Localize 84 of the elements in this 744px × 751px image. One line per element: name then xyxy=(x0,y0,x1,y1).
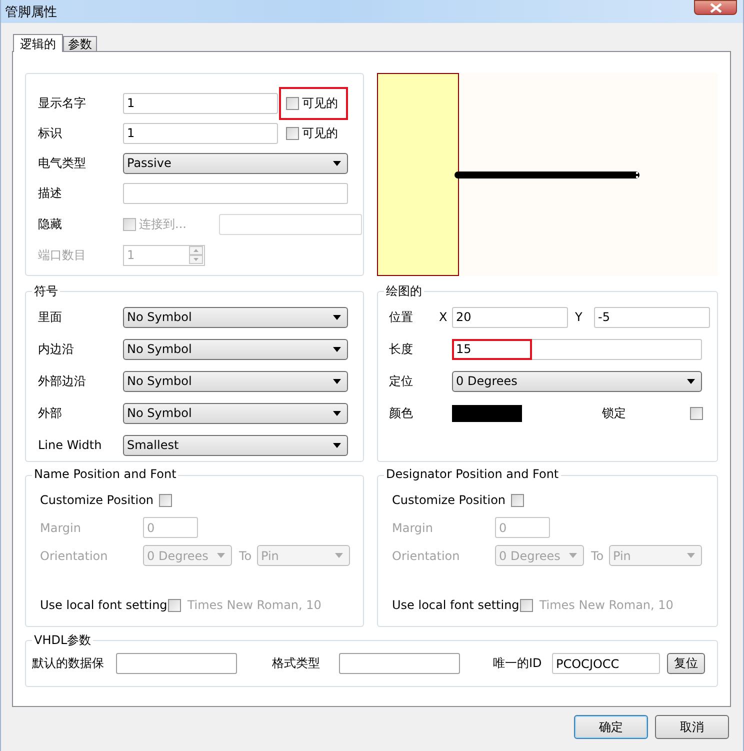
input-field[interactable] xyxy=(123,183,348,204)
field-label: To xyxy=(591,548,605,562)
checkbox[interactable] xyxy=(286,126,299,140)
field-label: 电气类型 xyxy=(38,154,87,172)
field-label: 外部 xyxy=(38,404,63,422)
font-name: Times New Roman, 10 xyxy=(539,598,674,612)
group-title: 符号 xyxy=(32,283,60,300)
dropdown[interactable]: No Symbol xyxy=(123,306,348,328)
input-field[interactable]: 1 xyxy=(123,122,278,144)
dropdown[interactable]: Passive xyxy=(123,152,348,174)
reset-button[interactable]: 复位 xyxy=(667,653,705,674)
caret-icon xyxy=(333,378,341,384)
input-field[interactable]: 20 xyxy=(452,306,568,328)
field-label: 标识 xyxy=(38,124,63,142)
field-label: 默认的数据保 xyxy=(32,655,105,672)
field-label: 长度 xyxy=(389,340,414,358)
field-label: 隐藏 xyxy=(38,216,63,233)
caret-icon xyxy=(687,553,695,558)
field-label: 定位 xyxy=(389,372,414,390)
checkbox[interactable] xyxy=(520,598,534,612)
color-swatch[interactable] xyxy=(452,404,522,422)
caret-icon xyxy=(333,442,341,448)
caret-icon xyxy=(333,346,341,352)
field-label: 位置 xyxy=(389,308,414,326)
input-field[interactable]: PCOCJOCC xyxy=(552,653,660,674)
checkbox[interactable] xyxy=(168,598,182,612)
caret-icon xyxy=(333,160,341,166)
field-label: Line Width xyxy=(38,438,103,452)
tab[interactable]: 参数 xyxy=(63,36,97,51)
field-label: 描述 xyxy=(38,185,63,202)
field-label: 里面 xyxy=(38,308,63,326)
caret-icon xyxy=(333,314,341,320)
dropdown[interactable]: Smallest xyxy=(123,434,348,456)
checkbox-label: 连接到... xyxy=(139,216,188,233)
field-label: Margin xyxy=(392,520,434,534)
font-name: Times New Roman, 10 xyxy=(187,598,322,612)
ok-button[interactable]: 确定 xyxy=(574,715,648,739)
field-label: 内边沿 xyxy=(38,340,75,358)
tab[interactable]: 逻辑的 xyxy=(13,34,63,52)
field-label: 锁定 xyxy=(602,404,627,422)
caret-icon xyxy=(335,553,343,558)
close-icon xyxy=(710,2,722,12)
spin-arrows-icon xyxy=(189,246,203,264)
checkbox-label: Customize Position xyxy=(40,493,154,507)
checkbox[interactable] xyxy=(690,406,703,420)
input-field[interactable]: 1 xyxy=(123,92,278,114)
field-label: Orientation xyxy=(392,548,461,562)
group-title: VHDL参数 xyxy=(32,632,94,649)
group-title: Name Position and Font xyxy=(32,467,178,481)
checkbox[interactable] xyxy=(158,494,172,506)
field-label: 显示名字 xyxy=(38,94,87,112)
close-button[interactable] xyxy=(694,0,737,15)
checkbox-label: 可见的 xyxy=(302,124,338,142)
group-title: Designator Position and Font xyxy=(384,467,561,481)
checkbox-label: Customize Position xyxy=(392,493,506,507)
input-field[interactable] xyxy=(116,653,237,674)
field-label: 唯一的ID xyxy=(493,655,543,672)
checkbox-label: Use local font setting xyxy=(392,598,520,612)
dropdown[interactable]: No Symbol xyxy=(123,338,348,360)
field-label: 颜色 xyxy=(389,404,414,422)
input-field[interactable]: 15 xyxy=(452,338,702,360)
checkbox[interactable] xyxy=(286,96,299,110)
field-label: 外部边沿 xyxy=(38,372,87,390)
caret-icon xyxy=(333,410,341,416)
dropdown[interactable]: 0 Degrees xyxy=(452,370,702,392)
checkbox-label: Use local font setting xyxy=(40,598,168,612)
input-field[interactable]: -5 xyxy=(594,306,710,328)
field-label: To xyxy=(239,548,253,562)
caret-icon xyxy=(687,378,695,384)
cancel-button[interactable]: 取消 xyxy=(655,715,729,739)
field-label: 端口数目 xyxy=(38,246,87,264)
caret-icon xyxy=(217,553,225,558)
window-title: 管脚属性 xyxy=(4,4,57,20)
dropdown[interactable]: No Symbol xyxy=(123,370,348,392)
field-label: 格式类型 xyxy=(272,655,321,672)
field-label: Margin xyxy=(40,520,82,534)
field-label: Orientation xyxy=(40,548,109,562)
field-label: X xyxy=(439,310,448,324)
input-field[interactable] xyxy=(339,653,460,674)
caret-icon xyxy=(569,553,577,558)
dropdown[interactable]: No Symbol xyxy=(123,402,348,424)
field-label: Y xyxy=(575,310,584,324)
checkbox[interactable] xyxy=(510,494,524,506)
checkbox-label: 可见的 xyxy=(302,94,338,112)
